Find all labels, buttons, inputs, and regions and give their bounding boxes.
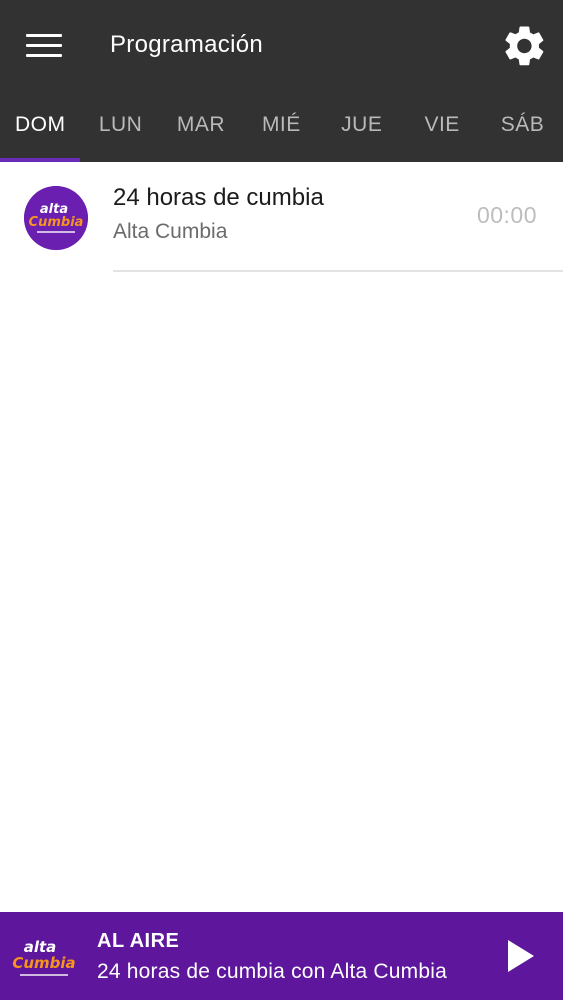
program-title: 24 horas de cumbia (113, 184, 324, 211)
program-host: Alta Cumbia (113, 220, 228, 243)
now-playing-title: 24 horas de cumbia con Alta Cumbia (97, 960, 447, 983)
on-air-label: AL AIRE (97, 930, 180, 952)
tab-label: MAR (176, 113, 226, 136)
station-logo: alta Cumbia (24, 186, 88, 250)
tab-dom[interactable]: DOM (0, 92, 81, 162)
now-playing-bar[interactable]: alta Cumbia AL AIRE 24 horas de cumbia c… (0, 912, 563, 1000)
tab-label: SÁB (500, 113, 545, 136)
tab-label: JUE (341, 113, 383, 136)
gear-icon[interactable] (500, 22, 548, 70)
svg-text:Cumbia: Cumbia (29, 215, 84, 230)
app-bar: Programación DOM LUN MAR MIÉ JUE VIE SÁB (0, 0, 563, 162)
play-icon[interactable] (500, 934, 540, 978)
now-playing-logo: alta Cumbia (12, 938, 76, 976)
menu-icon[interactable] (22, 26, 66, 64)
schedule-list: alta Cumbia 24 horas de cumbia Alta Cumb… (0, 162, 563, 272)
tab-label: LUN (98, 113, 143, 136)
row-divider (113, 270, 563, 272)
tab-lun[interactable]: LUN (80, 92, 160, 162)
menu-icon-bar (26, 33, 62, 37)
svg-text:Cumbia: Cumbia (12, 954, 75, 972)
menu-icon-bar (26, 43, 62, 47)
tab-jue[interactable]: JUE (322, 92, 402, 162)
menu-icon-bar (26, 53, 62, 57)
schedule-item[interactable]: alta Cumbia 24 horas de cumbia Alta Cumb… (0, 162, 563, 272)
tab-label: VIE (424, 113, 460, 136)
tab-label: DOM (14, 113, 66, 136)
app-screen: Programación DOM LUN MAR MIÉ JUE VIE SÁB… (0, 0, 563, 1000)
program-time: 00:00 (476, 202, 537, 228)
page-title: Programación (110, 31, 264, 58)
tab-sab[interactable]: SÁB (482, 92, 562, 162)
tab-label: MIÉ (261, 113, 301, 136)
tab-vie[interactable]: VIE (402, 92, 482, 162)
tab-mie[interactable]: MIÉ (241, 92, 321, 162)
tab-mar[interactable]: MAR (161, 92, 241, 162)
day-tabs: DOM LUN MAR MIÉ JUE VIE SÁB (0, 92, 563, 162)
